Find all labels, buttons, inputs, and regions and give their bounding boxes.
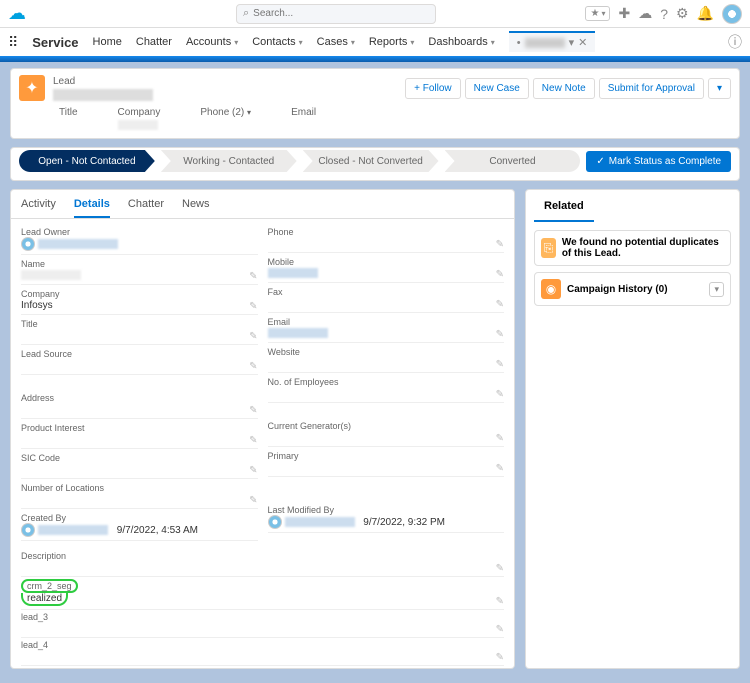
compact-phone-label[interactable]: Phone (2) ▾ — [200, 107, 251, 118]
edit-icon[interactable]: ✎ — [249, 495, 257, 506]
search-icon: ⌕ — [243, 7, 249, 20]
path-stage-open[interactable]: Open - Not Contacted — [19, 150, 155, 172]
more-actions-button[interactable]: ▾ — [708, 78, 731, 99]
nav-cases[interactable]: Cases▾ — [317, 36, 355, 48]
field-sic: SIC Code✎ — [21, 451, 258, 479]
field-primary: Primary✎ — [268, 449, 505, 477]
app-name: Service — [32, 35, 78, 50]
edit-icon[interactable]: ✎ — [496, 239, 504, 250]
field-no-employees: No. of Employees✎ — [268, 375, 505, 403]
edit-icon[interactable]: ✎ — [496, 299, 504, 310]
edit-icon[interactable]: ✎ — [249, 331, 257, 342]
field-num-locations: Number of Locations✎ — [21, 481, 258, 509]
edit-icon[interactable]: ✎ — [249, 361, 257, 372]
nav-contacts[interactable]: Contacts▾ — [252, 36, 302, 48]
field-created-by: Created By 9/7/2022, 4:53 AM — [21, 511, 258, 541]
field-address: Address✎ — [21, 391, 258, 419]
campaign-icon: ◉ — [541, 279, 561, 299]
edit-icon[interactable]: ✎ — [496, 269, 504, 280]
new-note-button[interactable]: New Note — [533, 78, 595, 99]
help-icon[interactable]: ? — [660, 6, 668, 22]
edit-icon[interactable]: ✎ — [496, 433, 504, 444]
notification-icon[interactable]: 🔔 — [697, 5, 714, 22]
field-website: Website✎ — [268, 345, 505, 373]
mark-complete-button[interactable]: ✓ Mark Status as Complete — [586, 151, 731, 172]
favorites-button[interactable]: ★▾ — [585, 6, 610, 21]
field-company: CompanyInfosys✎ — [21, 287, 258, 315]
edit-icon[interactable]: ✎ — [496, 389, 504, 400]
field-last-modified: Last Modified By 9/7/2022, 9:32 PM — [268, 503, 505, 533]
field-crm-seg: crm_2_segrealized✎ — [21, 577, 504, 610]
tab-chatter[interactable]: Chatter — [128, 198, 164, 218]
setup-icon[interactable]: ⚙ — [676, 5, 689, 22]
path-stage-working[interactable]: Working - Contacted — [161, 150, 297, 172]
related-tab[interactable]: Related — [534, 192, 594, 222]
follow-button[interactable]: + Follow — [405, 78, 461, 99]
edit-icon[interactable]: ✎ — [249, 271, 257, 282]
field-email: Email✎ — [268, 315, 505, 343]
new-case-button[interactable]: New Case — [465, 78, 529, 99]
chevron-down-icon[interactable]: ▾ — [709, 282, 724, 297]
edit-icon[interactable]: ✎ — [249, 405, 257, 416]
edit-icon[interactable]: ✎ — [496, 652, 504, 663]
global-search[interactable]: ⌕ — [236, 4, 436, 24]
field-lead-source: Lead Source✎ — [21, 347, 258, 375]
user-avatar[interactable] — [722, 4, 742, 24]
submit-approval-button[interactable]: Submit for Approval — [599, 78, 704, 99]
related-campaign-history[interactable]: ◉ Campaign History (0) ▾ — [534, 272, 731, 306]
field-description: Description✎ — [21, 549, 504, 577]
field-lead3: lead_3✎ — [21, 610, 504, 638]
edit-icon[interactable]: ✎ — [496, 329, 504, 340]
field-title: Title✎ — [21, 317, 258, 345]
tab-details[interactable]: Details — [74, 198, 110, 218]
compact-title-label: Title — [59, 107, 78, 118]
tab-news[interactable]: News — [182, 198, 210, 218]
path-stage-closed[interactable]: Closed - Not Converted — [303, 150, 439, 172]
nav-chatter[interactable]: Chatter — [136, 36, 172, 48]
lead-icon: ✦ — [19, 75, 45, 101]
field-lead4: lead_4✎ — [21, 638, 504, 666]
compact-company-label: Company — [118, 107, 161, 118]
nav-accounts[interactable]: Accounts▾ — [186, 36, 238, 48]
field-phone: Phone✎ — [268, 225, 505, 253]
related-duplicates[interactable]: ⎘ We found no potential duplicates of th… — [534, 230, 731, 266]
field-product-interest: Product Interest✎ — [21, 421, 258, 449]
add-icon[interactable]: ✚ — [618, 5, 630, 22]
field-mobile: Mobile✎ — [268, 255, 505, 283]
record-name — [53, 89, 153, 101]
close-icon[interactable]: ✕ — [578, 36, 587, 49]
search-input[interactable] — [253, 8, 429, 19]
edit-icon[interactable]: ✎ — [249, 435, 257, 446]
edit-icon[interactable]: ✎ — [496, 463, 504, 474]
path-stage-converted[interactable]: Converted — [445, 150, 581, 172]
workspace-tab[interactable]: • ▾ ✕ — [509, 31, 596, 53]
edit-icon[interactable]: ✎ — [496, 359, 504, 370]
nav-dashboards[interactable]: Dashboards▾ — [428, 36, 494, 48]
edit-icon[interactable]: ✎ — [496, 624, 504, 635]
compact-email-label: Email — [291, 107, 316, 118]
app-launcher-icon[interactable]: ⠿ — [8, 34, 18, 51]
edit-icon[interactable]: ✎ — [249, 465, 257, 476]
nav-home[interactable]: Home — [93, 36, 122, 48]
tab-activity[interactable]: Activity — [21, 198, 56, 218]
salesforce-logo: ☁ — [8, 3, 26, 24]
edit-icon[interactable]: ✎ — [496, 563, 504, 574]
field-name: Name✎ — [21, 257, 258, 285]
info-icon[interactable]: ⓘ — [728, 32, 742, 52]
duplicate-icon: ⎘ — [541, 238, 556, 258]
record-type: Lead — [53, 76, 153, 87]
lightning-icon[interactable]: ☁ — [638, 5, 652, 22]
nav-reports[interactable]: Reports▾ — [369, 36, 415, 48]
field-fax: Fax✎ — [268, 285, 505, 313]
field-lead-owner: Lead Owner — [21, 225, 258, 255]
edit-icon[interactable]: ✎ — [249, 301, 257, 312]
edit-icon[interactable]: ✎ — [496, 596, 504, 607]
field-current-gen: Current Generator(s)✎ — [268, 419, 505, 447]
